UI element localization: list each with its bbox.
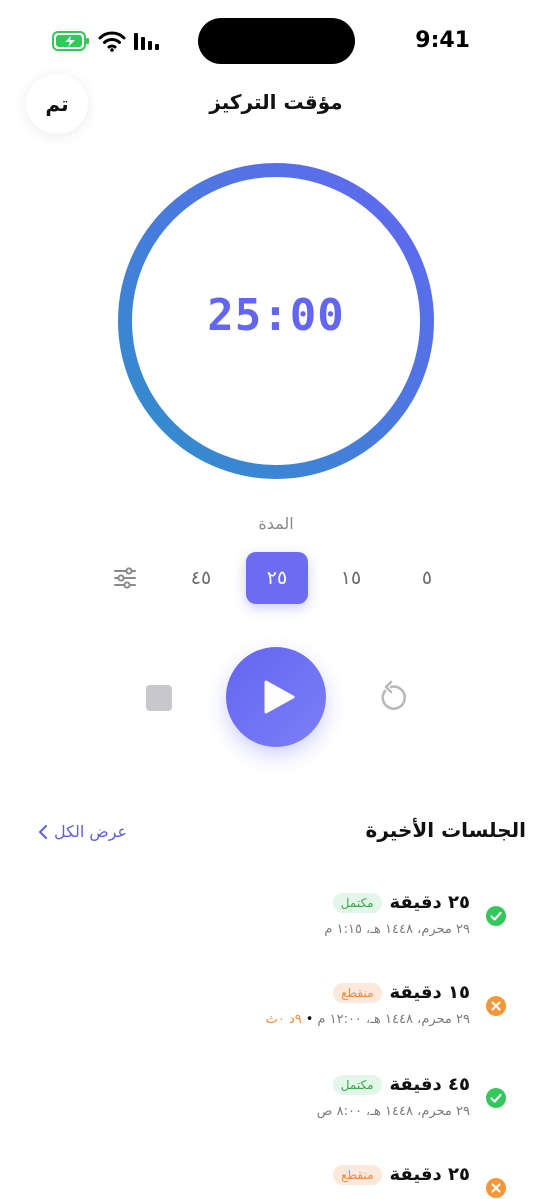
duration-option-15[interactable]: ١٥ bbox=[320, 552, 382, 604]
status-badge: منقطع bbox=[333, 982, 382, 1003]
play-icon bbox=[264, 680, 295, 714]
status-bar: 9:41 bbox=[0, 0, 552, 80]
session-date: ٢٩ محرم، ١٤٤٨ هـ، ١:١٥ م bbox=[324, 922, 470, 937]
session-duration: ٤٥ دقيقة bbox=[389, 1074, 471, 1095]
reset-icon[interactable] bbox=[376, 680, 410, 714]
stop-button[interactable] bbox=[146, 685, 172, 711]
session-date: ٢٩ محرم، ١٤٤٨ هـ، ١٢:٠٠ م bbox=[317, 1012, 470, 1027]
page-title: مؤقت التركيز bbox=[209, 90, 343, 114]
wifi-icon bbox=[98, 31, 126, 52]
duration-selector: ٥ ١٥ ٢٥ ٤٥ bbox=[0, 552, 552, 606]
session-item[interactable]: ٢٥ دقيقة منقطع bbox=[66, 1164, 506, 1199]
session-duration: ٢٥ دقيقة bbox=[389, 892, 471, 913]
focus-timer-screen: 9:41 تم مؤقت التركيز 25:00 المدة ٥ ١٥ ٢٥… bbox=[0, 0, 552, 1199]
status-badge: منقطع bbox=[333, 1164, 382, 1185]
custom-duration-sliders-icon[interactable] bbox=[110, 564, 140, 592]
duration-option-25[interactable]: ٢٥ bbox=[246, 552, 308, 604]
duration-option-45[interactable]: ٤٥ bbox=[170, 552, 232, 604]
battery-icon bbox=[52, 31, 89, 51]
session-duration: ٢٥ دقيقة bbox=[389, 1164, 471, 1185]
completed-check-icon bbox=[486, 906, 506, 926]
chevron-left-icon bbox=[39, 824, 47, 839]
recent-sessions-title: الجلسات الأخيرة bbox=[365, 818, 526, 842]
play-button[interactable] bbox=[226, 647, 326, 747]
session-item[interactable]: ١٥ دقيقة منقطع ٢٩ محرم، ١٤٤٨ هـ، ١٢:٠٠ م… bbox=[66, 982, 506, 1052]
status-time: 9:41 bbox=[415, 28, 470, 53]
session-meta: ٢٩ محرم، ١٤٤٨ هـ، ١٢:٠٠ م•٩د ٠ث bbox=[266, 1012, 470, 1027]
status-badge: مكتمل bbox=[332, 892, 382, 913]
status-badge: مكتمل bbox=[332, 1074, 382, 1095]
interrupted-x-icon bbox=[486, 1178, 506, 1198]
session-item[interactable]: ٤٥ دقيقة مكتمل ٢٩ محرم، ١٤٤٨ هـ، ٨:٠٠ ص bbox=[66, 1074, 506, 1144]
session-duration: ١٥ دقيقة bbox=[389, 982, 471, 1003]
session-date: ٢٩ محرم، ١٤٤٨ هـ، ٨:٠٠ ص bbox=[316, 1104, 470, 1119]
view-all-link[interactable]: عرض الكل bbox=[38, 822, 127, 841]
interrupted-x-icon bbox=[486, 996, 506, 1016]
duration-option-5[interactable]: ٥ bbox=[396, 552, 458, 604]
view-all-label: عرض الكل bbox=[54, 822, 128, 841]
timer-display: 25:00 bbox=[207, 290, 345, 341]
separator-dot: • bbox=[305, 1012, 314, 1027]
session-item[interactable]: ٢٥ دقيقة مكتمل ٢٩ محرم، ١٤٤٨ هـ، ١:١٥ م bbox=[66, 892, 506, 962]
cellular-signal-icon bbox=[134, 33, 159, 50]
session-elapsed: ٩د ٠ث bbox=[265, 1012, 302, 1027]
dynamic-island bbox=[198, 18, 355, 64]
duration-label: المدة bbox=[258, 514, 294, 533]
completed-check-icon bbox=[486, 1088, 506, 1108]
